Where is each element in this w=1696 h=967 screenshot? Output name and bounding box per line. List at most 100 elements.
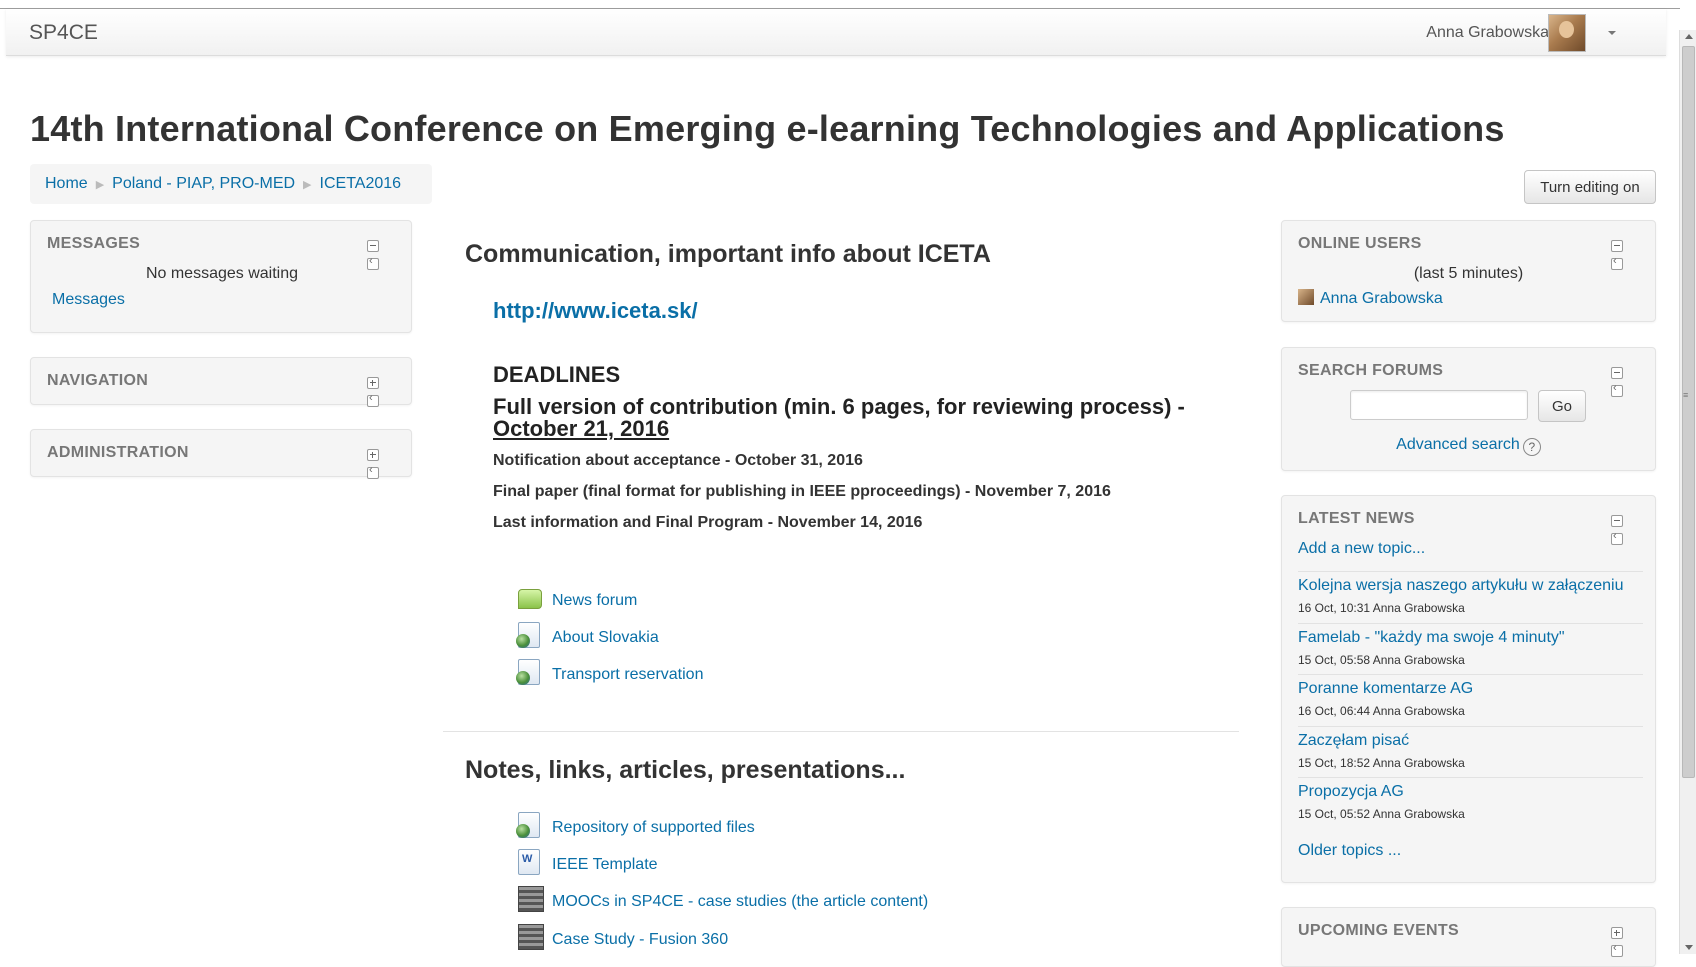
expand-icon[interactable] xyxy=(367,449,379,461)
collapse-icon[interactable] xyxy=(1611,240,1623,252)
top-navbar: SP4CE Anna Grabowska xyxy=(6,9,1666,56)
main-deadline: Full version of contribution (min. 6 pag… xyxy=(493,396,1213,440)
messages-status: No messages waiting xyxy=(145,265,299,282)
activity-label[interactable]: Repository of supported files xyxy=(552,819,755,837)
breadcrumb-home[interactable]: Home xyxy=(45,175,88,192)
block-controls xyxy=(367,376,395,407)
scroll-up-arrow-icon[interactable] xyxy=(1685,34,1693,39)
add-new-topic-link[interactable]: Add a new topic... xyxy=(1298,540,1425,558)
news-item-title[interactable]: Zaczęłam pisać xyxy=(1298,732,1643,750)
news-item-title[interactable]: Poranne komentarze AG xyxy=(1298,680,1643,698)
navigation-block[interactable]: NAVIGATION xyxy=(30,357,412,407)
activity-label[interactable]: Transport reservation xyxy=(552,666,703,684)
news-item-meta: 16 Oct, 06:44 Anna Grabowska xyxy=(1298,704,1465,718)
dock-icon[interactable] xyxy=(1611,382,1623,397)
collapse-icon[interactable] xyxy=(367,240,379,252)
administration-block[interactable]: ADMINISTRATION xyxy=(30,429,412,479)
search-forums-input[interactable] xyxy=(1350,390,1528,420)
deadline-item: Final paper (final format for publishing… xyxy=(493,483,1111,500)
mooc-icon xyxy=(518,886,544,912)
user-menu-name[interactable]: Anna Grabowska xyxy=(1426,24,1549,42)
search-forums-block: SEARCH FORUMS Go Advanced search? xyxy=(1281,347,1656,471)
dock-icon[interactable] xyxy=(367,392,379,407)
online-users-period: (last 5 minutes) xyxy=(1413,265,1524,282)
user-menu-caret-icon[interactable] xyxy=(1608,31,1616,35)
news-item: Zaczęłam pisać 15 Oct, 18:52 Anna Grabow… xyxy=(1298,726,1643,770)
dock-icon[interactable] xyxy=(1611,942,1623,957)
online-user-name[interactable]: Anna Grabowska xyxy=(1320,290,1443,307)
section-divider xyxy=(443,731,1239,732)
activity-label[interactable]: News forum xyxy=(552,592,637,610)
window-top-edge xyxy=(0,0,1680,9)
breadcrumb-category[interactable]: Poland - PIAP, PRO-MED xyxy=(112,175,295,192)
page-icon xyxy=(516,659,540,685)
breadcrumb-separator-icon: ▶ xyxy=(95,179,105,191)
activity-label[interactable]: About Slovakia xyxy=(552,629,659,647)
mooc-icon xyxy=(518,924,544,950)
news-item-meta: 16 Oct, 10:31 Anna Grabowska xyxy=(1298,601,1465,615)
site-brand-link[interactable]: SP4CE xyxy=(29,21,98,45)
collapse-icon[interactable] xyxy=(1611,515,1623,527)
older-topics-link[interactable]: Older topics ... xyxy=(1298,842,1401,860)
activity-label[interactable]: MOOCs in SP4CE - case studies (the artic… xyxy=(552,893,928,911)
advanced-search: Advanced search? xyxy=(1282,436,1655,456)
deadline-item: Last information and Final Program - Nov… xyxy=(493,514,923,531)
news-item: Poranne komentarze AG 16 Oct, 06:44 Anna… xyxy=(1298,674,1643,718)
news-item-meta: 15 Oct, 05:52 Anna Grabowska xyxy=(1298,807,1465,821)
block-controls xyxy=(1611,926,1639,957)
news-item-title[interactable]: Propozycja AG xyxy=(1298,783,1643,801)
expand-icon[interactable] xyxy=(1611,927,1623,939)
news-item-meta: 15 Oct, 05:58 Anna Grabowska xyxy=(1298,653,1465,667)
collapse-icon[interactable] xyxy=(1611,367,1623,379)
user-avatar[interactable] xyxy=(1548,14,1586,52)
latest-news-block: LATEST NEWS Add a new topic... Kolejna w… xyxy=(1281,495,1656,883)
block-controls xyxy=(367,448,395,479)
block-controls xyxy=(1611,366,1639,397)
news-item: Propozycja AG 15 Oct, 05:52 Anna Grabows… xyxy=(1298,777,1643,821)
upcoming-events-block: UPCOMING EVENTS xyxy=(1281,907,1656,967)
block-title: MESSAGES xyxy=(47,235,141,252)
block-title: ONLINE USERS xyxy=(1298,235,1422,252)
section-title-notes: Notes, links, articles, presentations... xyxy=(465,756,906,784)
advanced-search-link[interactable]: Advanced search xyxy=(1396,436,1520,453)
page-title: 14th International Conference on Emergin… xyxy=(30,108,1505,149)
deadline-item: Notification about acceptance - October … xyxy=(493,452,863,469)
word-doc-icon xyxy=(518,849,540,875)
dock-icon[interactable] xyxy=(367,464,379,479)
block-title: SEARCH FORUMS xyxy=(1298,362,1444,379)
scroll-grip-icon: ≡ xyxy=(1683,390,1689,400)
help-icon[interactable]: ? xyxy=(1522,438,1541,456)
search-go-button[interactable]: Go xyxy=(1538,390,1586,422)
online-users-block: ONLINE USERS (last 5 minutes) Anna Grabo… xyxy=(1281,220,1656,322)
news-item-title[interactable]: Famelab - "każdy ma swoje 4 minuty" xyxy=(1298,629,1643,647)
activity-label[interactable]: IEEE Template xyxy=(552,856,658,874)
block-controls xyxy=(367,239,395,270)
scroll-thumb[interactable] xyxy=(1682,46,1695,778)
page-icon xyxy=(516,622,540,648)
block-title: ADMINISTRATION xyxy=(47,444,189,461)
messages-block: MESSAGES No messages waiting Messages xyxy=(30,220,412,333)
breadcrumb-course[interactable]: ICETA2016 xyxy=(320,175,402,192)
block-title: UPCOMING EVENTS xyxy=(1298,922,1459,939)
block-title: LATEST NEWS xyxy=(1298,510,1415,527)
scroll-down-arrow-icon[interactable] xyxy=(1685,945,1693,950)
dock-icon[interactable] xyxy=(1611,530,1623,545)
block-controls xyxy=(1611,514,1639,545)
news-item: Famelab - "każdy ma swoje 4 minuty" 15 O… xyxy=(1298,623,1643,667)
deadlines-heading: DEADLINES xyxy=(493,362,621,387)
block-controls xyxy=(1611,239,1639,270)
activity-label[interactable]: Case Study - Fusion 360 xyxy=(552,931,728,949)
breadcrumb: Home ▶ Poland - PIAP, PRO-MED ▶ ICETA2016 xyxy=(30,164,432,204)
news-item: Kolejna wersja naszego artykułu w załącz… xyxy=(1298,571,1643,615)
page-icon xyxy=(516,812,540,838)
user-mini-avatar-icon xyxy=(1298,289,1314,305)
breadcrumb-separator-icon: ▶ xyxy=(303,179,312,191)
messages-link[interactable]: Messages xyxy=(52,291,125,309)
forum-icon xyxy=(518,589,542,609)
iceta-website-link[interactable]: http://www.iceta.sk/ xyxy=(493,298,698,324)
online-user-link[interactable]: Anna Grabowska xyxy=(1298,289,1443,308)
page-scrollbar[interactable]: ≡ xyxy=(1679,30,1696,954)
expand-icon[interactable] xyxy=(367,377,379,389)
turn-editing-on-button[interactable]: Turn editing on xyxy=(1524,170,1656,204)
news-item-title[interactable]: Kolejna wersja naszego artykułu w załącz… xyxy=(1298,577,1643,595)
